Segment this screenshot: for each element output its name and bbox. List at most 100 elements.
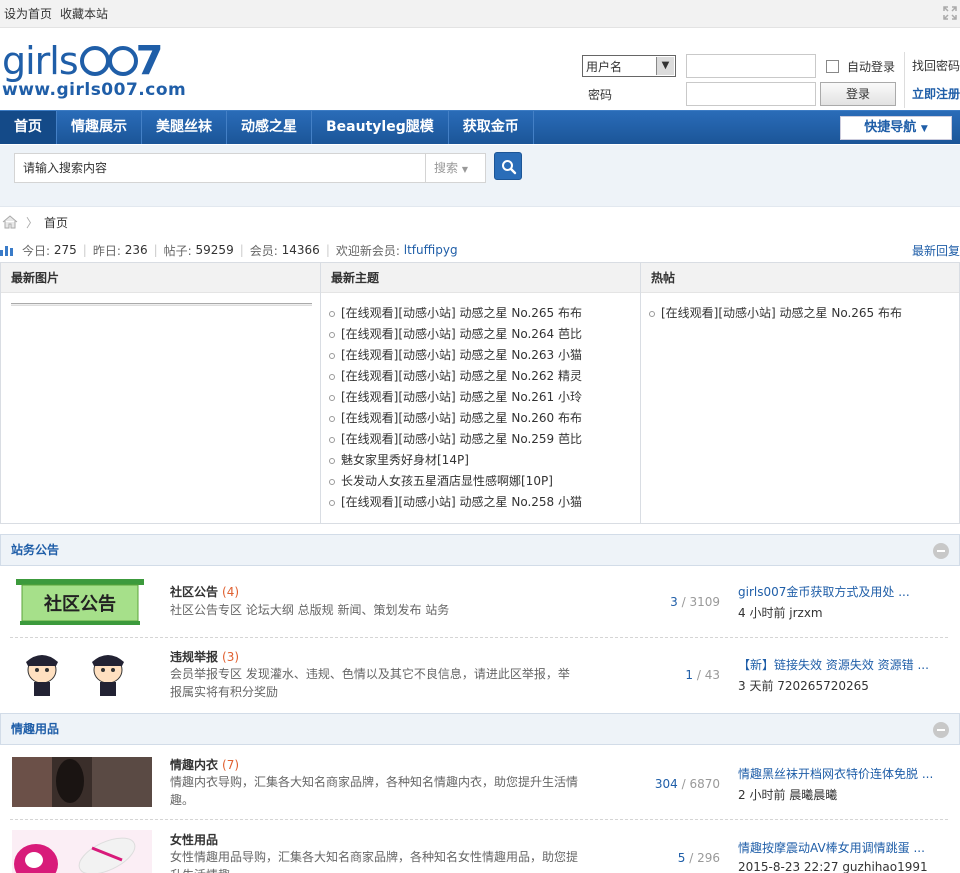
last-post-link[interactable]: 【新】链接失效 资源失效 资源错 ... bbox=[738, 656, 938, 673]
set-home-link[interactable]: 设为首页 bbox=[4, 5, 52, 22]
login-form: 用户名 ▼ 自动登录 密码 登录 bbox=[582, 52, 896, 108]
forum-icon-police[interactable] bbox=[12, 650, 142, 705]
last-post-meta: 4 小时前 jrzxm bbox=[738, 606, 823, 620]
list-item[interactable]: 长发动人女孩五星酒店显性感啊娜[10P] bbox=[329, 471, 640, 492]
latest-pics-column: 最新图片 bbox=[1, 263, 321, 523]
collapse-icon[interactable] bbox=[933, 543, 949, 559]
login-type-select[interactable]: 用户名 ▼ bbox=[582, 55, 676, 77]
stat-posts-label: 帖子: bbox=[163, 243, 192, 258]
main-nav: 首页 情趣展示 美腿丝袜 动感之星 Beautyleg腿模 获取金币 快捷导航 … bbox=[0, 110, 960, 144]
login-button[interactable]: 登录 bbox=[820, 82, 896, 106]
stat-today: 275 bbox=[53, 243, 77, 257]
forum-description: 社区公告专区 论坛大纲 总版规 新闻、策划发布 站务 bbox=[170, 603, 450, 617]
latest-topics-title: 最新主题 bbox=[321, 263, 640, 293]
stat-members-label: 会员: bbox=[249, 243, 278, 258]
search-button[interactable] bbox=[494, 152, 522, 180]
stat-members: 14366 bbox=[281, 243, 320, 257]
logo-digits-graphic: 7 bbox=[79, 41, 166, 81]
latest-topics-list: [在线观看][动感小站] 动感之星 No.265 布布 [在线观看][动感小站]… bbox=[321, 293, 640, 513]
forum-counts: 3 / 3109 bbox=[670, 595, 720, 609]
forgot-password-link[interactable]: 找回密码 bbox=[912, 52, 960, 80]
home-icon[interactable] bbox=[2, 215, 18, 229]
section-header-announcements[interactable]: 站务公告 bbox=[0, 534, 960, 566]
stat-today-label: 今日: bbox=[22, 243, 51, 258]
site-logo[interactable]: girls 7 www.girls007.com bbox=[2, 39, 186, 100]
breadcrumb-home[interactable]: 首页 bbox=[44, 214, 68, 231]
forum-name[interactable]: 情趣内衣 (7) bbox=[170, 756, 239, 773]
latest-topics-column: 最新主题 [在线观看][动感小站] 动感之星 No.265 布布 [在线观看][… bbox=[321, 263, 641, 523]
forum-row-announcements: 社区公告 社区公告 (4) 社区公告专区 论坛大纲 总版规 新闻、策划发布 站务 … bbox=[10, 567, 948, 638]
quick-nav-button[interactable]: 快捷导航 ▼ bbox=[840, 116, 952, 140]
forum-name[interactable]: 女性用品 bbox=[170, 831, 222, 848]
caret-down-icon: ▼ bbox=[920, 124, 928, 134]
forum-last-post: 【新】链接失效 资源失效 资源错 ... 3 天前 720265720265 bbox=[738, 656, 938, 694]
stat-yesterday: 236 bbox=[124, 243, 148, 257]
forum-icon-female-goods[interactable] bbox=[12, 830, 152, 873]
last-post-link[interactable]: girls007金币获取方式及用处 ... bbox=[738, 583, 938, 600]
section-title: 站务公告 bbox=[11, 543, 60, 557]
nav-item-get-gold[interactable]: 获取金币 bbox=[449, 111, 534, 144]
forum-counts: 304 / 6870 bbox=[654, 777, 720, 791]
forum-row-report: 违规举报 (3) 会员举报专区 发现灌水、违规、色情以及其它不良信息，请进此区举报… bbox=[10, 638, 948, 714]
nav-item-stockings[interactable]: 美腿丝袜 bbox=[142, 111, 227, 144]
logo-text: girls bbox=[2, 39, 79, 83]
username-input[interactable] bbox=[686, 54, 816, 78]
latest-replies-link[interactable]: 最新回复 bbox=[912, 242, 960, 259]
search-type-select[interactable]: 搜索 ▼ bbox=[425, 154, 485, 182]
section-title: 情趣用品 bbox=[11, 722, 60, 736]
newest-member-link[interactable]: ltfuffipyg bbox=[404, 243, 458, 257]
forum-description: 情趣内衣导购，汇集各大知名商家品牌，各种知名情趣内衣，助您提升生活情趣。 bbox=[170, 775, 579, 807]
forum-today-count: (4) bbox=[222, 585, 240, 599]
forum-last-post: 情趣按摩震动AV棒女用调情跳蛋 ... 2015-8-23 22:27 guzh… bbox=[738, 839, 938, 873]
last-post-meta: 2 小时前 晨曦晨曦 bbox=[738, 788, 838, 802]
forum-icon-text: 社区公告 bbox=[44, 593, 116, 615]
list-item[interactable]: [在线观看][动感小站] 动感之星 No.265 布布 bbox=[329, 303, 640, 324]
chevron-down-icon: ▼ bbox=[656, 57, 674, 75]
list-item[interactable]: [在线观看][动感小站] 动感之星 No.264 芭比 bbox=[329, 324, 640, 345]
search-input[interactable]: 请输入搜索内容 bbox=[15, 154, 425, 182]
list-item[interactable]: 魅女家里秀好身材[14P] bbox=[329, 450, 640, 471]
auto-login-checkbox[interactable] bbox=[826, 59, 839, 73]
list-item[interactable]: [在线观看][动感小站] 动感之星 No.262 精灵 bbox=[329, 366, 640, 387]
forum-today-count: (3) bbox=[222, 650, 240, 664]
nav-item-beautyleg[interactable]: Beautyleg腿模 bbox=[312, 111, 449, 144]
nav-item-home[interactable]: 首页 bbox=[0, 111, 57, 144]
pics-slider[interactable] bbox=[11, 303, 312, 306]
fullscreen-icon[interactable] bbox=[942, 6, 958, 22]
search-type-label: 搜索 bbox=[434, 161, 459, 175]
bar-chart-icon bbox=[0, 246, 13, 256]
nav-item-showcase[interactable]: 情趣展示 bbox=[57, 111, 142, 144]
last-post-link[interactable]: 情趣按摩震动AV棒女用调情跳蛋 ... bbox=[738, 839, 938, 856]
password-input[interactable] bbox=[686, 82, 816, 106]
bookmark-link[interactable]: 收藏本站 bbox=[60, 5, 108, 22]
list-item[interactable]: [在线观看][动感小站] 动感之星 No.261 小玲 bbox=[329, 387, 640, 408]
account-links: 找回密码 立即注册 bbox=[904, 52, 960, 108]
register-link[interactable]: 立即注册 bbox=[912, 80, 960, 108]
login-type-value: 用户名 bbox=[586, 59, 623, 74]
hot-posts-column: 热帖 [在线观看][动感小站] 动感之星 No.265 布布 bbox=[641, 263, 959, 523]
last-post-meta: 2015-8-23 22:27 guzhihao1991 bbox=[738, 860, 928, 873]
last-post-link[interactable]: 情趣黑丝袜开档网衣特价连体免脱 ... bbox=[738, 765, 938, 782]
stat-yesterday-label: 昨日: bbox=[92, 243, 121, 258]
forum-icon-announcements[interactable]: 社区公告 bbox=[12, 579, 148, 630]
forum-name[interactable]: 违规举报 (3) bbox=[170, 648, 239, 665]
last-post-meta: 3 天前 720265720265 bbox=[738, 679, 869, 693]
list-item[interactable]: [在线观看][动感小站] 动感之星 No.259 芭比 bbox=[329, 429, 640, 450]
search-box: 请输入搜索内容 搜索 ▼ bbox=[14, 153, 486, 183]
list-item[interactable]: [在线观看][动感小站] 动感之星 No.263 小猫 bbox=[329, 345, 640, 366]
search-icon bbox=[502, 160, 517, 175]
password-label: 密码 bbox=[588, 87, 613, 102]
list-item[interactable]: [在线观看][动感小站] 动感之星 No.258 小猫 bbox=[329, 492, 640, 513]
stat-posts: 59259 bbox=[195, 243, 234, 257]
list-item[interactable]: [在线观看][动感小站] 动感之星 No.265 布布 bbox=[649, 303, 959, 324]
forum-name[interactable]: 社区公告 (4) bbox=[170, 583, 239, 600]
section-header-adult-goods[interactable]: 情趣用品 bbox=[0, 713, 960, 745]
list-item[interactable]: [在线观看][动感小站] 动感之星 No.260 布布 bbox=[329, 408, 640, 429]
forum-icon-lingerie[interactable] bbox=[12, 757, 152, 810]
forum-counts: 1 / 43 bbox=[685, 668, 720, 682]
collapse-icon[interactable] bbox=[933, 722, 949, 738]
forum-description: 女性情趣用品导购，汇集各大知名商家品牌，各种知名女性情趣用品，助您提升生活情趣。 bbox=[170, 850, 579, 873]
hot-posts-list: [在线观看][动感小站] 动感之星 No.265 布布 bbox=[641, 293, 959, 324]
forum-description: 会员举报专区 发现灌水、违规、色情以及其它不良信息，请进此区举报，举报属实将有积… bbox=[170, 667, 570, 699]
nav-item-dynamic-star[interactable]: 动感之星 bbox=[227, 111, 312, 144]
